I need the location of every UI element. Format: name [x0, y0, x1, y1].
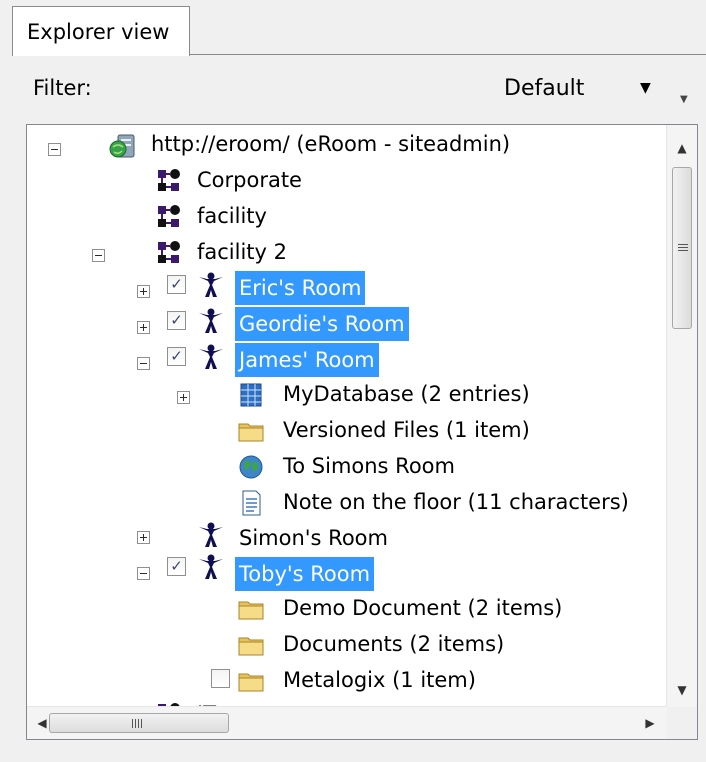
chevron-down-icon: ▼ — [680, 94, 688, 105]
note-icon — [242, 490, 261, 516]
scroll-right-icon[interactable]: ▶ — [637, 707, 663, 739]
room-icon — [199, 344, 223, 369]
tree-room-label[interactable]: Simon's Room — [235, 521, 392, 555]
tree-item-label[interactable]: Note on the floor (11 characters) — [279, 485, 633, 519]
collapse-toggle[interactable] — [92, 249, 105, 262]
tree-item-label[interactable]: Versioned Files (1 item) — [279, 413, 534, 447]
collapse-toggle[interactable] — [48, 143, 61, 156]
grip-icon — [678, 244, 688, 252]
expand-toggle[interactable] — [177, 391, 190, 404]
folder-icon — [238, 637, 264, 656]
room-icon — [199, 308, 223, 333]
tree-room-label[interactable]: James' Room — [235, 343, 379, 377]
explorer-tree-panel: http://eroom/ (eRoom - siteadmin) Corpor… — [26, 124, 698, 740]
vertical-scroll-thumb[interactable] — [672, 167, 692, 329]
tree-item-label[interactable]: MyDatabase (2 entries) — [279, 377, 534, 411]
room-checkbox[interactable]: ✓ — [167, 557, 186, 576]
tab-bar: Explorer view — [0, 0, 706, 58]
tree-room-label[interactable]: Toby's Room — [235, 557, 375, 591]
room-checkbox[interactable]: ✓ — [167, 275, 186, 294]
horizontal-scroll-thumb[interactable] — [49, 713, 229, 733]
scrollbar-corner — [667, 707, 697, 739]
filter-label: Filter: — [33, 76, 92, 100]
scroll-down-icon[interactable]: ▼ — [667, 677, 697, 703]
database-icon — [240, 383, 262, 407]
server-icon — [109, 134, 135, 158]
scroll-up-icon[interactable]: ▲ — [667, 135, 697, 161]
tab-divider — [190, 54, 706, 55]
tree-item-label[interactable]: Demo Document (2 items) — [279, 591, 566, 625]
room-checkbox[interactable]: ✓ — [167, 347, 186, 366]
room-icon — [199, 272, 223, 297]
tree-item-label[interactable]: To Simons Room — [279, 449, 459, 483]
tree-view: http://eroom/ (eRoom - siteadmin) Corpor… — [27, 125, 667, 707]
tree-item-label[interactable]: Documents (2 items) — [279, 627, 508, 661]
dropdown-arrow-icon: ▼ — [640, 80, 651, 96]
tab-explorer-view[interactable]: Explorer view — [12, 6, 190, 56]
expand-toggle[interactable] — [137, 285, 150, 298]
grip-icon — [132, 719, 142, 728]
collapse-toggle[interactable] — [137, 357, 150, 370]
item-checkbox[interactable] — [211, 669, 230, 688]
expand-toggle[interactable] — [137, 321, 150, 334]
facility-icon — [158, 169, 180, 191]
horizontal-scrollbar[interactable]: ◀ ▶ — [27, 706, 667, 739]
tree-item-label[interactable]: Metalogix (1 item) — [279, 663, 480, 697]
tree-room-label[interactable]: Eric's Room — [235, 271, 366, 305]
filter-dropdown[interactable]: Default ▼ — [496, 72, 666, 108]
tree-facility-label[interactable]: Corporate — [193, 163, 306, 197]
tree-root-label[interactable]: http://eroom/ (eRoom - siteadmin) — [147, 127, 514, 161]
facility-icon — [158, 205, 180, 227]
vertical-scrollbar[interactable]: ▲ ▼ — [666, 125, 697, 707]
panel-menu-button[interactable]: ▼ — [676, 90, 696, 114]
expand-toggle[interactable] — [137, 531, 150, 544]
folder-icon — [238, 601, 264, 620]
room-icon — [199, 554, 223, 579]
facility-icon — [158, 241, 180, 263]
collapse-toggle[interactable] — [137, 567, 150, 580]
tree-facility-label[interactable]: facility — [193, 199, 271, 233]
tree-room-label[interactable]: Geordie's Room — [235, 307, 409, 341]
globe-link-icon — [239, 455, 263, 479]
room-checkbox[interactable]: ✓ — [167, 311, 186, 330]
folder-icon — [238, 423, 264, 442]
room-icon — [199, 522, 223, 547]
filter-value: Default — [504, 76, 585, 101]
folder-icon — [238, 673, 264, 692]
tree-facility-label[interactable]: facility 2 — [193, 235, 291, 269]
